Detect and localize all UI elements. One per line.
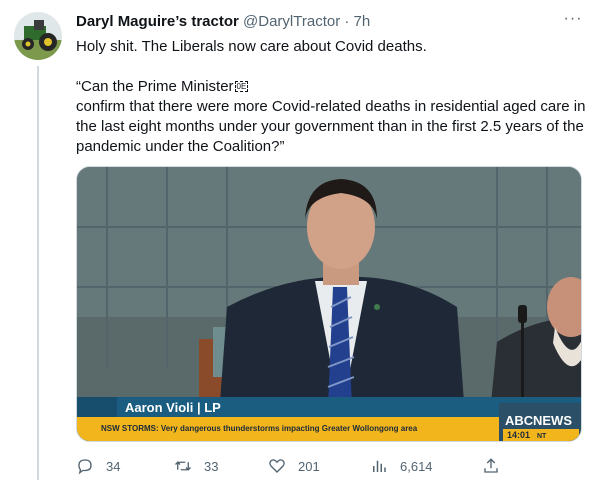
like-count: 201 <box>298 458 320 474</box>
retweet-icon <box>175 461 191 471</box>
reply-icon <box>78 459 92 475</box>
unsupported-glyph-box: 0E <box>234 81 249 92</box>
tractor-avatar-icon <box>14 12 62 60</box>
reply-button[interactable]: 34 <box>76 455 120 477</box>
retweet-button[interactable]: 33 <box>174 455 218 477</box>
tweet-media-video[interactable]: Aaron Violi | LP NSW STORMS: Very danger… <box>76 166 582 442</box>
quote-opening: “Can the Prime Minister <box>76 78 234 95</box>
analytics-icon <box>373 460 386 472</box>
broadcast-timezone: NT <box>537 433 547 440</box>
share-icon <box>484 458 498 473</box>
display-name[interactable]: Daryl Maguire’s tractor <box>76 13 239 30</box>
views-button[interactable]: 6,614 <box>370 455 433 477</box>
handle[interactable]: @DarylTractor <box>243 13 340 30</box>
speaker-caption: Aaron Violi | LP <box>125 400 221 415</box>
tweet-text: Holy shit. The Liberals now care about C… <box>76 37 586 157</box>
tweet-text-line: Holy shit. The Liberals now care about C… <box>76 38 427 55</box>
news-logo-text: NEWS <box>533 413 572 428</box>
broadcast-clock: 14:01 <box>507 430 530 440</box>
avatar[interactable] <box>14 12 62 60</box>
tweet-text-quote-start: “Can the Prime Minister 0E <box>76 77 586 97</box>
share-button[interactable] <box>482 455 500 477</box>
views-count: 6,614 <box>400 458 433 474</box>
tweet-text-quote-body: confirm that there were more Covid-relat… <box>76 98 586 155</box>
tweet-header: Daryl Maguire’s tractor @DarylTractor · … <box>76 13 370 30</box>
abc-logo-text: ABC <box>505 413 534 428</box>
more-options-button[interactable]: ··· <box>563 10 583 32</box>
tweet-actions: 34 33 201 6,614 <box>76 455 586 477</box>
thread-line <box>37 66 39 480</box>
like-button[interactable]: 201 <box>268 455 320 477</box>
timestamp[interactable]: 7h <box>354 13 371 30</box>
separator: · <box>344 13 350 30</box>
news-ticker: NSW STORMS: Very dangerous thunderstorms… <box>101 424 418 433</box>
reply-count: 34 <box>106 458 121 474</box>
parliament-video-frame: Aaron Violi | LP NSW STORMS: Very danger… <box>77 167 581 441</box>
retweet-count: 33 <box>204 458 219 474</box>
heart-icon <box>269 459 285 473</box>
more-icon: ··· <box>563 10 583 27</box>
